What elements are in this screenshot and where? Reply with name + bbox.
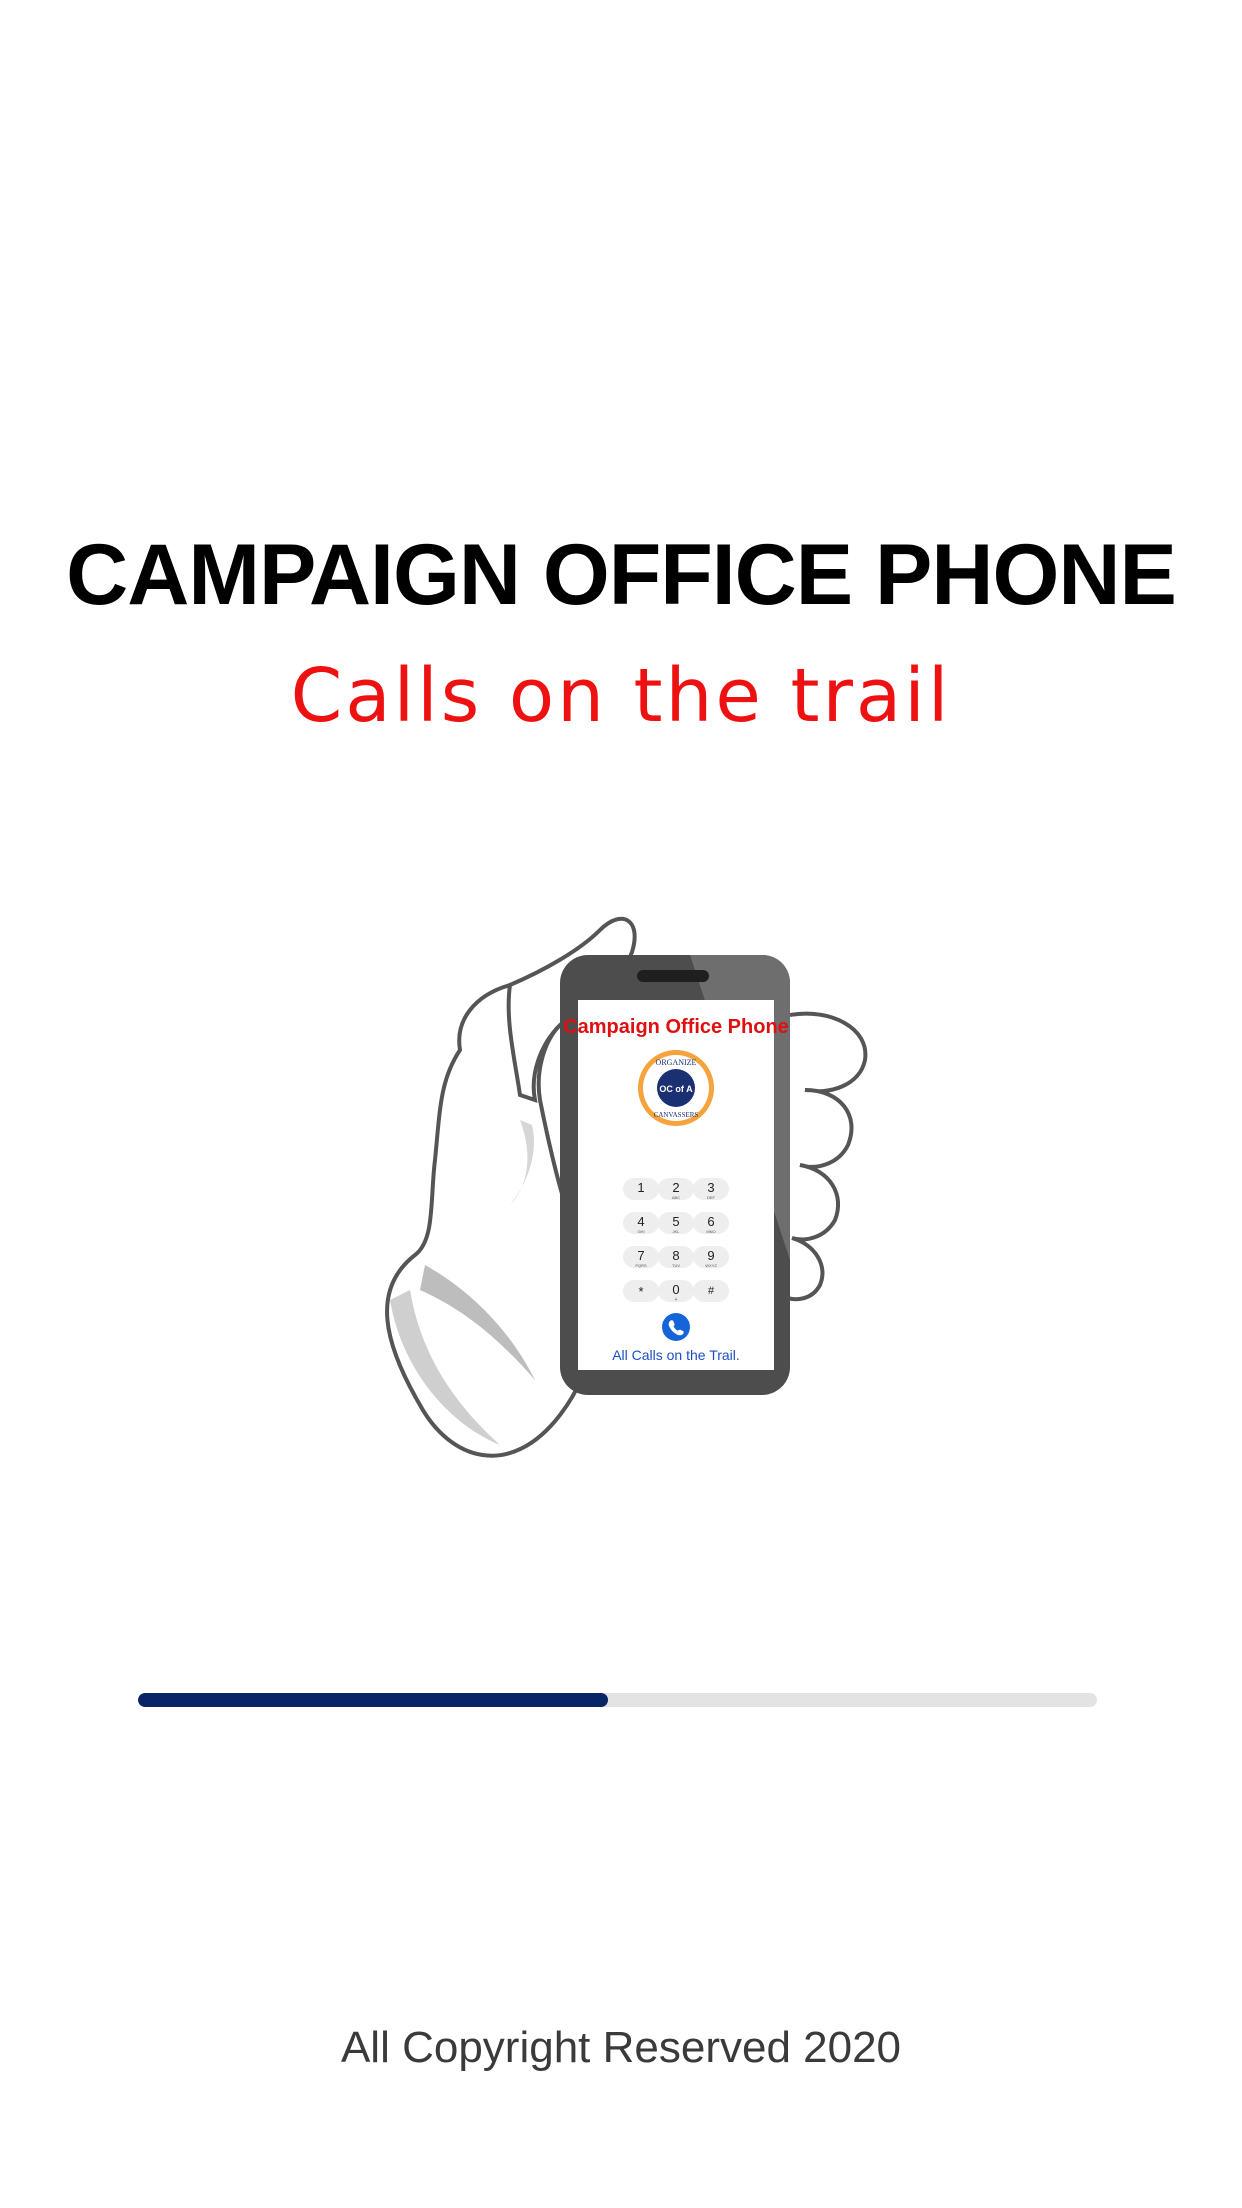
svg-text:WXYZ: WXYZ — [705, 1263, 717, 1268]
splash-screen: CAMPAIGN OFFICE PHONE Calls on the trail… — [0, 0, 1242, 2208]
keypad-key-2[interactable]: 2 ABC — [658, 1178, 694, 1200]
finger-shape — [799, 1088, 854, 1169]
keypad-key-3[interactable]: 3 DEF — [693, 1178, 729, 1200]
phone-speaker — [637, 970, 709, 982]
svg-text:7: 7 — [637, 1248, 644, 1263]
keypad-key-star[interactable]: * — [623, 1280, 659, 1302]
hand-holding-phone-illustration: Campaign Office Phone OC of A ORGANIZE C… — [360, 860, 900, 1480]
logo-center-text: OC of A — [659, 1084, 693, 1094]
call-button[interactable] — [662, 1313, 690, 1341]
keypad-key-7[interactable]: 7 PQRS — [623, 1246, 659, 1268]
keypad-key-4[interactable]: 4 GHI — [623, 1212, 659, 1234]
keypad-key-5[interactable]: 5 JKL — [658, 1212, 694, 1234]
keypad-key-1[interactable]: 1 — [623, 1178, 659, 1200]
svg-text:PQRS: PQRS — [635, 1263, 647, 1268]
keypad-key-8[interactable]: 8 TUV — [658, 1246, 694, 1268]
keypad-key-6[interactable]: 6 MNO — [693, 1212, 729, 1234]
loading-progress-bar — [138, 1693, 1097, 1707]
svg-text:GHI: GHI — [637, 1229, 644, 1234]
hand-holding-phone-icon: Campaign Office Phone OC of A ORGANIZE C… — [385, 917, 868, 1458]
keypad-key-0[interactable]: 0 + — [658, 1280, 694, 1303]
svg-text:JKL: JKL — [673, 1229, 681, 1234]
logo-top-text: ORGANIZE — [656, 1058, 697, 1067]
campaign-logo: OC of A ORGANIZE CANVASSERS — [638, 1050, 714, 1126]
copyright-text: All Copyright Reserved 2020 — [340, 2023, 902, 2072]
svg-text:3: 3 — [707, 1180, 714, 1195]
svg-text:1: 1 — [637, 1180, 644, 1195]
app-subtitle: Calls on the trail — [290, 653, 952, 739]
svg-text:+: + — [675, 1297, 678, 1303]
svg-text:*: * — [638, 1284, 643, 1299]
svg-text:MNO: MNO — [706, 1229, 715, 1234]
svg-text:TUV: TUV — [672, 1263, 680, 1268]
loading-progress-fill — [138, 1693, 608, 1707]
svg-text:0: 0 — [672, 1282, 679, 1297]
svg-text:ABC: ABC — [672, 1195, 680, 1200]
keypad-key-hash[interactable]: # — [693, 1280, 729, 1302]
phone-footer-text: All Calls on the Trail. — [612, 1347, 740, 1363]
svg-text:5: 5 — [672, 1214, 679, 1229]
phone-app-title: Campaign Office Phone — [563, 1016, 789, 1038]
svg-text:9: 9 — [707, 1248, 714, 1263]
finger-shape — [789, 1011, 868, 1094]
svg-text:6: 6 — [707, 1214, 714, 1229]
app-title: CAMPAIGN OFFICE PHONE — [66, 527, 1177, 623]
svg-text:DEF: DEF — [707, 1195, 716, 1200]
logo-bottom-text: CANVASSERS — [654, 1111, 699, 1119]
svg-text:4: 4 — [637, 1214, 644, 1229]
svg-text:8: 8 — [672, 1248, 679, 1263]
keypad-key-9[interactable]: 9 WXYZ — [693, 1246, 729, 1268]
svg-text:2: 2 — [672, 1180, 679, 1195]
finger-shape — [791, 1163, 841, 1242]
svg-text:#: # — [708, 1285, 715, 1297]
